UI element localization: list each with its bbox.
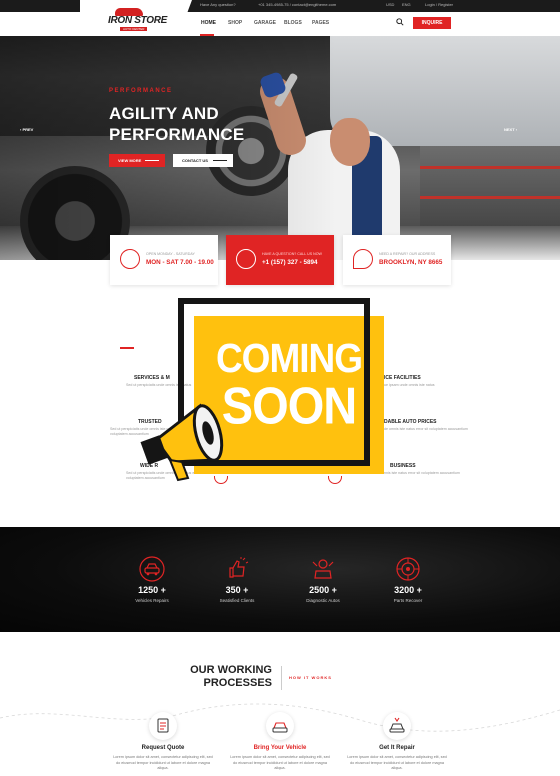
- currency-select[interactable]: USD: [386, 2, 394, 7]
- stat-value: 1250 +: [138, 585, 166, 595]
- nav-home[interactable]: HOME: [201, 20, 216, 26]
- stats-band: [0, 527, 560, 632]
- contact-us-label: CONTACT US: [182, 158, 208, 163]
- chevron-right-icon: ›: [514, 127, 518, 132]
- service-title: DABLE AUTO PRICES: [384, 419, 437, 425]
- hero-banner: PERFORMANCE AGILITY AND PERFORMANCE VIEW…: [0, 36, 560, 260]
- service-title: BUSINESS: [390, 463, 416, 469]
- divider: [281, 666, 282, 690]
- inquire-button[interactable]: INQUIRE: [413, 17, 451, 29]
- nav-active-indicator: [200, 34, 214, 36]
- stat-label: Vehicles Repairs: [135, 598, 169, 603]
- process-step-name: Bring Your Vehicle: [253, 745, 307, 751]
- process-eyebrow: HOW IT WORKS: [289, 675, 332, 680]
- info-value: +1 (157) 327 - 5894: [262, 259, 318, 266]
- info-box-hours: OPEN MONDAY - SATURDAY MON - SAT 7.00 - …: [110, 235, 218, 285]
- service-title: SERVICES & M: [134, 375, 170, 381]
- hero-eyebrow: PERFORMANCE: [109, 88, 173, 94]
- info-value: MON - SAT 7.00 - 19.00: [146, 259, 214, 266]
- hero-title: AGILITY AND PERFORMANCE: [109, 103, 244, 145]
- nav-garage[interactable]: GARAGE: [254, 20, 276, 26]
- map-pin-icon: [353, 249, 373, 269]
- tire-icon: [396, 557, 420, 581]
- prev-label: PREV: [22, 127, 34, 132]
- process-step-icon: [383, 712, 411, 740]
- arrow-right-icon: [145, 160, 159, 161]
- info-label: HAVE A QUESTION? CALL US NOW: [262, 252, 322, 256]
- hero-title-line2: PERFORMANCE: [109, 125, 245, 144]
- logo[interactable]: IRON STORE AUTO CENTER: [80, 0, 192, 36]
- service-icon: [328, 476, 342, 484]
- process-title-line1: OUR WORKING: [190, 664, 272, 676]
- arrow-right-icon: [213, 160, 227, 161]
- hero-title-line1: AGILITY AND: [109, 104, 219, 123]
- contact-us-button[interactable]: CONTACT US: [173, 154, 233, 167]
- slider-prev-button[interactable]: ‹ PREV: [20, 127, 33, 132]
- info-label: NEED A REPAIR? OUR ADDRESS: [379, 252, 436, 256]
- question-text: Have Any question?: [200, 2, 236, 7]
- info-value: BROOKLYN, NY 8665: [379, 259, 443, 266]
- process-step-desc: Lorem ipsum dolor sit amet, consectetur …: [113, 755, 213, 770]
- stat-label: Seatisfied Clients: [219, 598, 255, 603]
- process-step-icon: [266, 712, 294, 740]
- nav-blogs[interactable]: BLOGS: [284, 20, 302, 26]
- mechanic-icon: [312, 559, 334, 579]
- info-box-address: NEED A REPAIR? OUR ADDRESS BROOKLYN, NY …: [343, 235, 451, 285]
- info-label: OPEN MONDAY - SATURDAY: [146, 252, 195, 256]
- logo-tagline: AUTO CENTER: [120, 27, 148, 31]
- next-label: NEXT: [504, 127, 515, 132]
- stat-label: Parts Recover: [393, 598, 423, 603]
- process-step-name: Get It Repair: [379, 745, 415, 751]
- stat-label: Diagnostic Autos: [306, 598, 340, 603]
- car-front-icon: [272, 722, 288, 733]
- language-select[interactable]: ENG: [402, 2, 411, 7]
- megaphone-icon: [140, 403, 224, 482]
- process-step-desc: Lorem ipsum dolor sit amet, consectetur …: [230, 755, 330, 770]
- stat-value: 3200 +: [394, 585, 422, 595]
- nav-shop[interactable]: SHOP: [228, 20, 242, 26]
- process-step-icon: [149, 712, 177, 740]
- view-more-label: VIEW MORE: [118, 158, 142, 163]
- service-desc: de omnis iste natus error sit voluptatem…: [384, 427, 468, 431]
- logo-name: IRON STORE: [108, 15, 168, 26]
- process-title-line2: PROCESSES: [203, 677, 272, 689]
- info-box-phone[interactable]: HAVE A QUESTION? CALL US NOW +1 (157) 32…: [226, 235, 334, 285]
- service-title: ICE FACILITIES: [384, 375, 421, 381]
- nav-pages[interactable]: PAGES: [312, 20, 329, 26]
- section-accent-bar: [120, 347, 134, 349]
- process-title: OUR WORKING PROCESSES: [180, 664, 272, 690]
- stat-value: 350 +: [225, 585, 249, 595]
- thumbs-up-icon: [229, 557, 249, 578]
- process-step-name: Request Quote: [141, 745, 185, 751]
- login-link[interactable]: Login / Register: [425, 2, 453, 7]
- slider-next-button[interactable]: NEXT ›: [504, 127, 517, 132]
- view-more-button[interactable]: VIEW MORE: [109, 154, 165, 167]
- contact-info[interactable]: +01 345-4985-75 / contact@engitheme.com: [258, 2, 336, 7]
- quote-doc-icon: [157, 718, 169, 733]
- search-icon[interactable]: [396, 18, 404, 26]
- clock-badge-icon: [120, 249, 140, 269]
- car-icon: [139, 556, 165, 582]
- repair-car-icon: [389, 717, 405, 733]
- headset-icon: [236, 249, 256, 269]
- service-desc: unde omnis iste natus error sit voluptat…: [372, 471, 460, 475]
- service-desc: ue ipsam unde omnis iste natus: [384, 383, 435, 387]
- process-step-desc: Lorem ipsum dolor sit amet, consectetur …: [347, 755, 447, 770]
- stat-value: 2500 +: [309, 585, 337, 595]
